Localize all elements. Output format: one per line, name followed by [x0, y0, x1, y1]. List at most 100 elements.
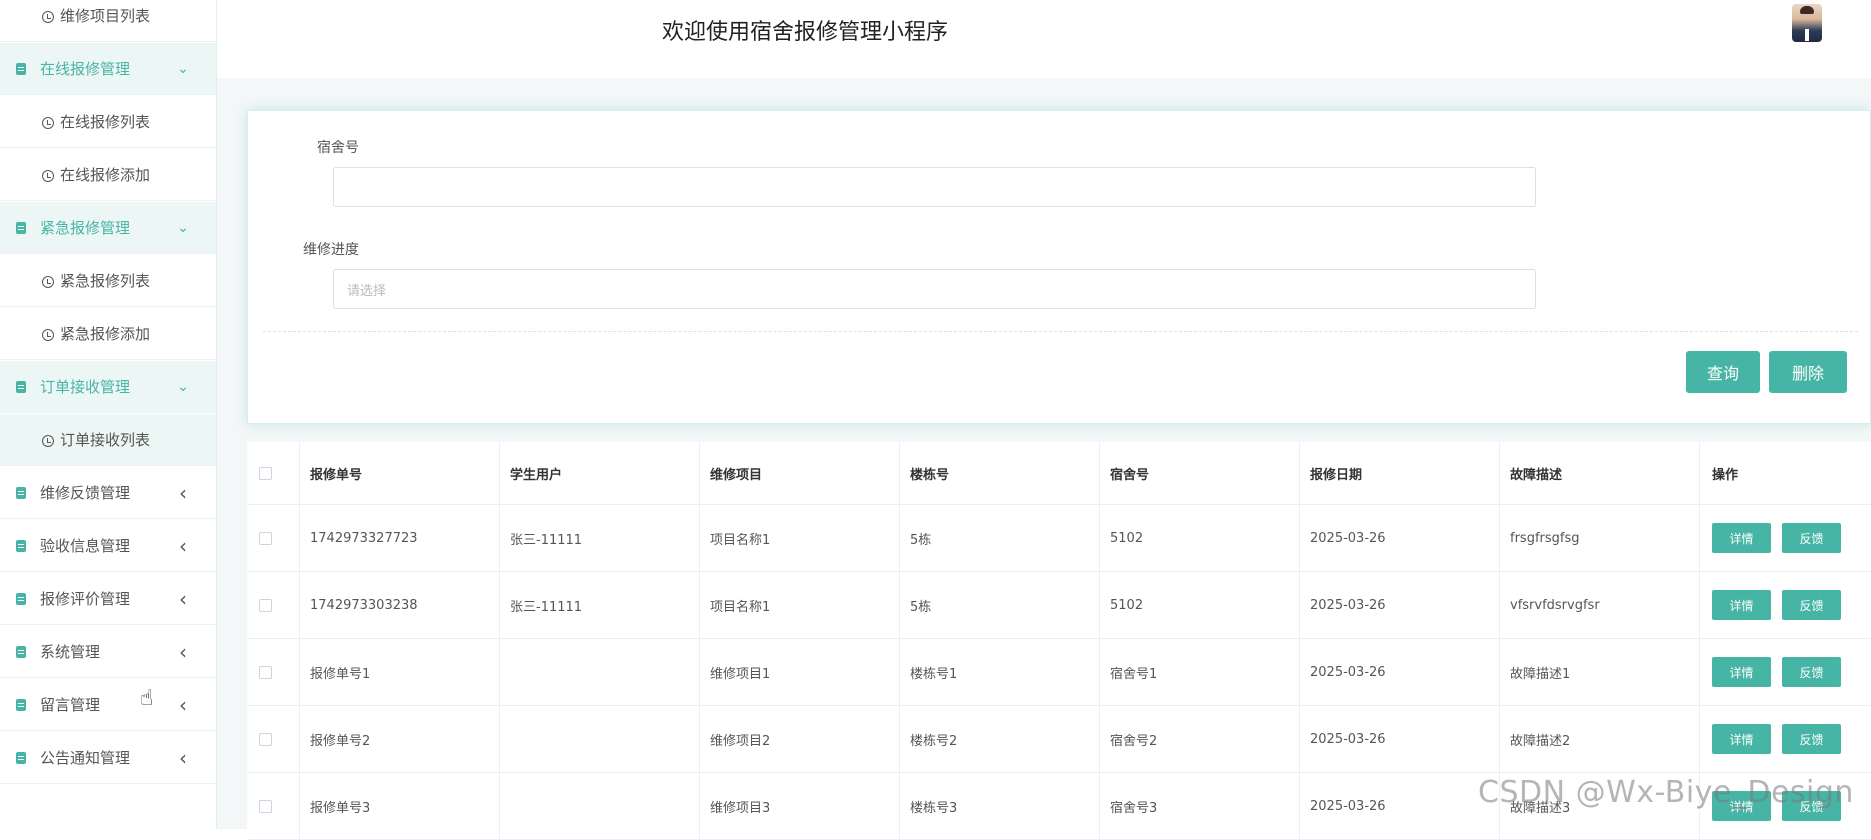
- watermark: CSDN @Wx-Biye_Design: [1478, 775, 1854, 810]
- table-row: 1742973327723 张三-11111 项目名称1 5栋 5102 2025-03-…: [247, 505, 1871, 572]
- column-header: 操作: [1712, 467, 1739, 483]
- chevron-left-icon: ‹: [179, 745, 187, 770]
- table-cell: 张三-11111: [500, 505, 700, 571]
- clock-icon: [42, 169, 54, 182]
- clock-icon: [42, 275, 54, 288]
- sidebar-group[interactable]: 报修评价管理 ‹: [0, 573, 216, 625]
- row-checkbox[interactable]: [259, 799, 272, 813]
- table-cell: 维修项目1: [700, 639, 900, 705]
- query-button[interactable]: 查询: [1686, 351, 1760, 393]
- detail-button[interactable]: 详情: [1712, 523, 1771, 553]
- document-icon: [16, 380, 26, 393]
- dorm-label: 宿舍号: [317, 140, 359, 156]
- column-header: 报修日期: [1300, 442, 1500, 504]
- chevron-left-icon: ‹: [179, 692, 187, 717]
- chevron-down-icon: ⌄: [177, 219, 189, 236]
- feedback-button[interactable]: 反馈: [1782, 590, 1841, 620]
- sidebar-subitem[interactable]: 在线报修列表: [0, 96, 216, 148]
- table-cell: 2025-03-26: [1300, 572, 1500, 638]
- detail-button[interactable]: 详情: [1712, 590, 1771, 620]
- select-all-checkbox[interactable]: [259, 466, 272, 480]
- row-select-cell: [247, 639, 300, 705]
- sidebar-group[interactable]: 留言管理 ‹: [0, 679, 216, 731]
- chevron-left-icon: ‹: [179, 639, 187, 664]
- feedback-button[interactable]: 反馈: [1782, 657, 1841, 687]
- table-cell: 楼栋号1: [900, 639, 1100, 705]
- sidebar-subitem[interactable]: 维修项目列表: [0, 0, 216, 42]
- detail-button[interactable]: 详情: [1712, 657, 1771, 687]
- document-icon: [16, 539, 26, 552]
- table-cell: 项目名称1: [700, 505, 900, 571]
- clock-icon: [42, 434, 54, 447]
- delete-button[interactable]: 删除: [1769, 351, 1847, 393]
- sidebar-subitem[interactable]: 订单接收列表: [0, 414, 216, 466]
- row-actions: 详情 反馈: [1700, 505, 1871, 571]
- sidebar-group-label: 订单接收管理: [40, 378, 131, 396]
- table-cell: 报修单号1: [300, 639, 500, 705]
- table-cell: 张三-11111: [500, 572, 700, 638]
- row-select-cell: [247, 773, 300, 839]
- table-cell: 维修项目3: [700, 773, 900, 839]
- table-cell: 宿舍号1: [1100, 639, 1300, 705]
- row-checkbox[interactable]: [259, 732, 272, 746]
- table-cell: 5102: [1100, 505, 1300, 571]
- progress-label: 维修进度: [303, 242, 359, 258]
- sidebar-subitem[interactable]: 紧急报修添加: [0, 308, 216, 360]
- table-cell: 报修单号3: [300, 773, 500, 839]
- sidebar-group[interactable]: 系统管理 ‹: [0, 626, 216, 678]
- detail-button[interactable]: 详情: [1712, 724, 1771, 754]
- sidebar-subitem-label: 维修项目列表: [60, 7, 151, 25]
- table-cell: vfsrvfdsrvgfsr: [1500, 572, 1700, 638]
- sidebar-group[interactable]: 维修反馈管理 ‹: [0, 467, 216, 519]
- sidebar-subitem-label: 在线报修添加: [60, 166, 151, 184]
- row-select-cell: [247, 572, 300, 638]
- feedback-button[interactable]: 反馈: [1782, 724, 1841, 754]
- sidebar-group[interactable]: 在线报修管理 ⌄: [0, 43, 216, 95]
- avatar[interactable]: [1792, 4, 1822, 42]
- sidebar-group-label: 报修评价管理: [40, 590, 131, 608]
- sidebar-group-label: 公告通知管理: [40, 749, 131, 767]
- divider: [263, 331, 1858, 332]
- sidebar-group[interactable]: 验收信息管理 ‹: [0, 520, 216, 572]
- row-checkbox[interactable]: [259, 598, 272, 612]
- feedback-button[interactable]: 反馈: [1782, 523, 1841, 553]
- table-cell: [500, 639, 700, 705]
- table-cell: 项目名称1: [700, 572, 900, 638]
- sidebar-group-label: 在线报修管理: [40, 60, 131, 78]
- sidebar-subitem-label: 在线报修列表: [60, 113, 151, 131]
- sidebar-group[interactable]: 订单接收管理 ⌄: [0, 361, 216, 413]
- header: 欢迎使用宿舍报修管理小程序: [217, 0, 1871, 78]
- hand-cursor-icon: ☝: [140, 686, 154, 711]
- row-checkbox[interactable]: [259, 531, 272, 545]
- table-cell: 宿舍号2: [1100, 706, 1300, 772]
- dorm-input[interactable]: [333, 167, 1536, 207]
- row-select-cell: [247, 706, 300, 772]
- clock-icon: [42, 328, 54, 341]
- table-cell: 楼栋号3: [900, 773, 1100, 839]
- select-all-cell: [247, 442, 300, 504]
- table-cell: 维修项目2: [700, 706, 900, 772]
- table-cell: [500, 706, 700, 772]
- sidebar-subitem[interactable]: 紧急报修列表: [0, 255, 216, 307]
- document-icon: [16, 698, 26, 711]
- chevron-left-icon: ‹: [179, 586, 187, 611]
- chevron-left-icon: ‹: [179, 480, 187, 505]
- table-cell: 2025-03-26: [1300, 505, 1500, 571]
- page-title: 欢迎使用宿舍报修管理小程序: [662, 20, 949, 45]
- sidebar-subitem-label: 紧急报修添加: [60, 325, 151, 343]
- sidebar-subitem[interactable]: 在线报修添加: [0, 149, 216, 201]
- document-icon: [16, 62, 26, 75]
- clock-icon: [42, 10, 54, 23]
- column-header: 楼栋号: [900, 442, 1100, 504]
- row-actions: 详情 反馈: [1700, 706, 1871, 772]
- progress-select[interactable]: 请选择: [333, 269, 1536, 309]
- column-header: 维修项目: [700, 442, 900, 504]
- row-checkbox[interactable]: [259, 665, 272, 679]
- table-cell: 楼栋号2: [900, 706, 1100, 772]
- chevron-down-icon: ⌄: [177, 378, 189, 395]
- column-header: 宿舍号: [1100, 442, 1300, 504]
- document-icon: [16, 486, 26, 499]
- table-cell: 5栋: [900, 572, 1100, 638]
- sidebar-group[interactable]: 公告通知管理 ‹: [0, 732, 216, 784]
- sidebar-group[interactable]: 紧急报修管理 ⌄: [0, 202, 216, 254]
